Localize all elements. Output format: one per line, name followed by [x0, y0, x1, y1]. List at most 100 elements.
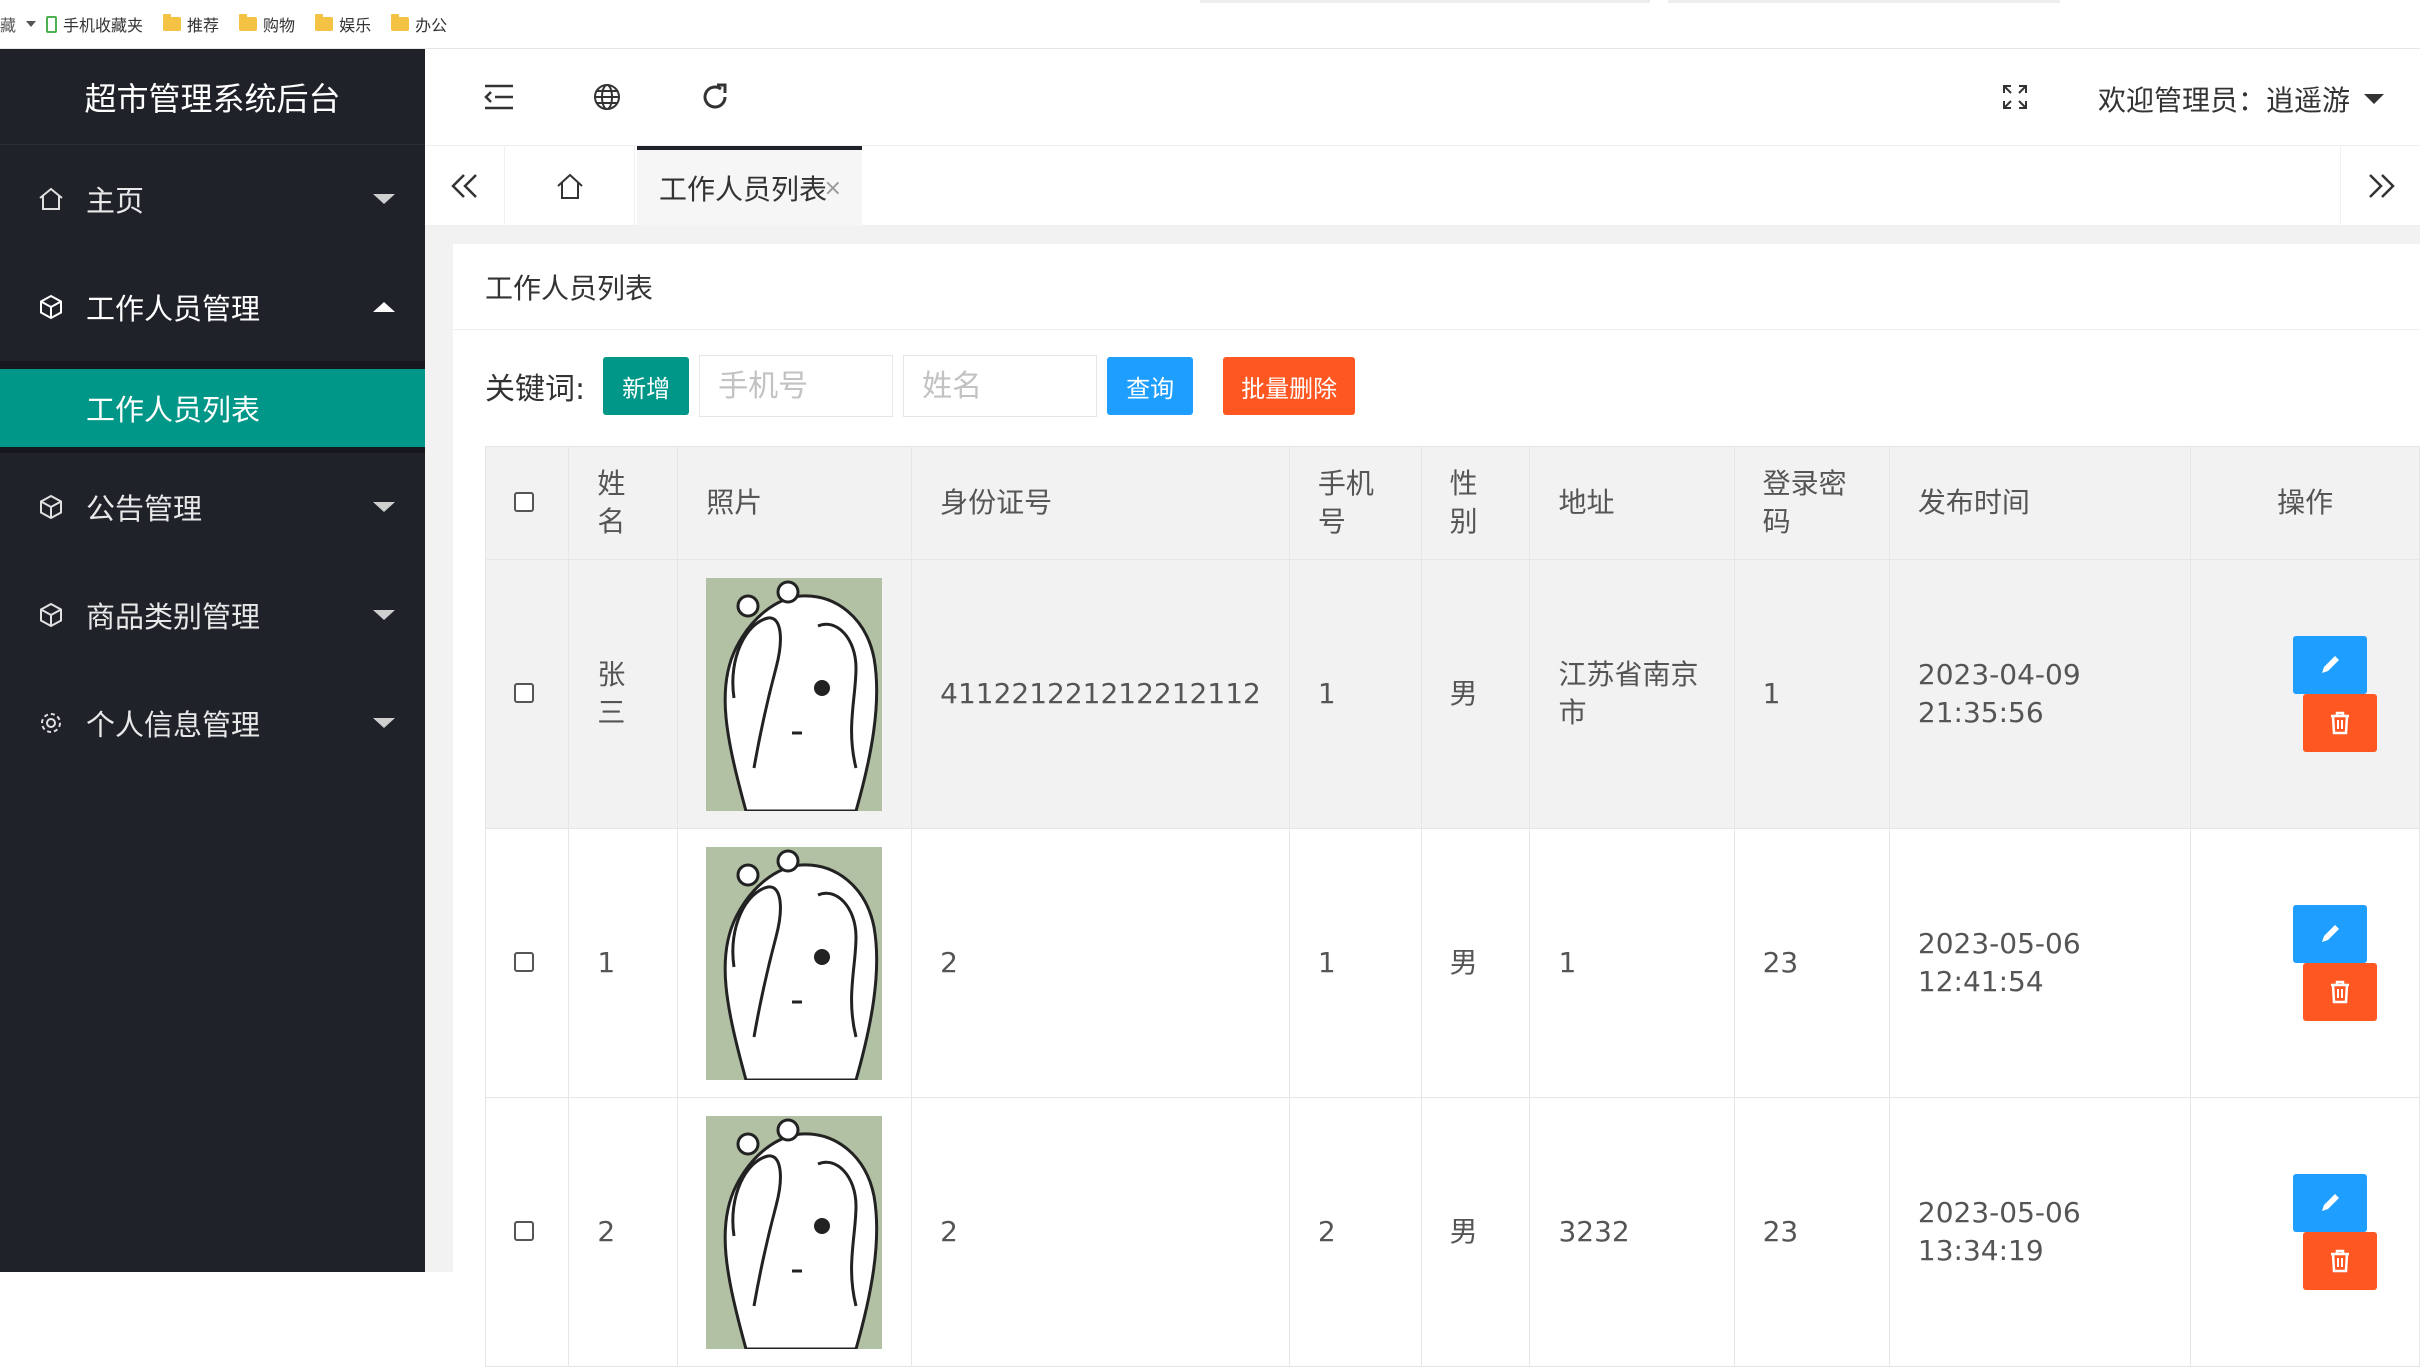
sidebar-item-label: 商品类别管理 [86, 600, 261, 634]
globe-icon[interactable] [589, 79, 625, 115]
bookmarks-bar: 藏 手机收藏夹 推荐 购物 娱乐 办公 [0, 0, 2420, 49]
tab-home-icon[interactable] [505, 146, 635, 226]
phone-cell: 1 [1288, 559, 1422, 829]
row-checkbox[interactable] [514, 683, 534, 703]
bookmark-fragment: 藏 [0, 16, 17, 35]
edit-button[interactable] [2293, 1174, 2368, 1232]
tab-staff-list[interactable]: 工作人员列表 × [637, 146, 862, 226]
phone-search-input[interactable] [699, 355, 894, 417]
tab-label: 工作人员列表 [659, 173, 828, 206]
table-row: 2 2 2 男 3232 23 2023-05-06 13:34:19 [484, 1097, 2420, 1367]
browser-strip [1668, 0, 2060, 3]
pencil-icon [2322, 925, 2340, 942]
sidebar-item-profile[interactable]: 个人信息管理 [0, 669, 425, 777]
id-cell: 2 [911, 828, 1290, 1098]
trash-icon [2331, 980, 2350, 1004]
delete-button[interactable] [2303, 963, 2378, 1021]
batch-delete-button[interactable]: 批量删除 [1223, 357, 1356, 415]
add-button[interactable]: 新增 [603, 357, 690, 415]
select-cell [484, 559, 570, 829]
row-checkbox[interactable] [514, 952, 534, 972]
cube-icon [36, 292, 66, 322]
fullscreen-icon[interactable] [1997, 79, 2033, 115]
col-header-name: 姓名 [568, 446, 679, 560]
select-cell [484, 1097, 570, 1367]
top-header: 欢迎管理员：逍遥游 [425, 49, 2420, 146]
edit-button[interactable] [2293, 636, 2368, 694]
bookmark-item[interactable]: 办公 [391, 12, 447, 36]
address-cell: 江苏省南京市 [1529, 559, 1735, 829]
phone-cell: 2 [1288, 1097, 1422, 1367]
actions-cell [2190, 1097, 2420, 1367]
table-header-row: 姓名 照片 身份证号 手机号 性别 地址 登录密码 发布时间 操作 [484, 446, 2420, 560]
sidebar-item-notice[interactable]: 公告管理 [0, 453, 425, 561]
search-bar: 关键词: 新增 查询 批量删除 [485, 355, 1365, 417]
gender-cell: 男 [1420, 559, 1531, 829]
caret-down-icon [373, 194, 395, 204]
staff-panel: 工作人员列表 关键词: 新增 查询 批量删除 姓名 照片 身份证号 手机号 [453, 244, 2420, 1367]
col-header-photo: 照片 [677, 446, 913, 560]
sidebar-subitem-staff-list[interactable]: 工作人员列表 [0, 369, 425, 447]
delete-button[interactable] [2303, 694, 2378, 752]
tabs-next-icon[interactable] [2340, 146, 2420, 226]
bookmark-item[interactable]: 娱乐 [315, 12, 371, 36]
staff-submenu: 工作人员列表 [0, 361, 425, 453]
staff-photo[interactable] [706, 577, 883, 811]
refresh-icon[interactable] [697, 79, 733, 115]
gender-cell: 男 [1420, 828, 1531, 1098]
name-cell: 2 [568, 1097, 679, 1367]
sidebar: 超市管理系统后台 主页 工作人员管理 工作人员列表 公告管理 商品类别管理 个人… [0, 49, 425, 1272]
trash-icon [2331, 711, 2350, 735]
col-header-address: 地址 [1529, 446, 1735, 560]
browser-strip [1200, 0, 1650, 3]
time-cell: 2023-05-06 13:34:19 [1888, 1097, 2192, 1367]
actions-cell [2190, 828, 2420, 1098]
caret-down-icon [373, 718, 395, 728]
query-button[interactable]: 查询 [1107, 357, 1194, 415]
folder-icon [163, 14, 182, 31]
gear-icon [36, 708, 66, 738]
col-header-id: 身份证号 [911, 446, 1290, 560]
sidebar-item-category[interactable]: 商品类别管理 [0, 561, 425, 669]
app-title: 超市管理系统后台 [0, 49, 425, 145]
photo-cell [677, 828, 913, 1098]
bookmark-item[interactable]: 购物 [239, 12, 295, 36]
sidebar-item-label: 公告管理 [86, 492, 203, 526]
chevron-down-icon[interactable] [26, 21, 37, 27]
photo-cell [677, 1097, 913, 1367]
menu-fold-icon[interactable] [481, 79, 517, 115]
pencil-icon [2322, 1194, 2340, 1211]
trash-icon [2331, 1249, 2350, 1273]
staff-photo[interactable] [706, 1115, 883, 1349]
bookmark-item[interactable]: 手机收藏夹 [46, 12, 143, 36]
phone-cell: 1 [1288, 828, 1422, 1098]
caret-down-icon [2364, 94, 2384, 104]
tabs-prev-icon[interactable] [425, 146, 505, 226]
caret-down-icon [373, 502, 395, 512]
delete-button[interactable] [2303, 1232, 2378, 1290]
phone-icon [46, 15, 58, 33]
sidebar-item-label: 个人信息管理 [86, 708, 261, 742]
caret-down-icon [373, 610, 395, 620]
name-search-input[interactable] [903, 355, 1098, 417]
content-area: 工作人员列表 关键词: 新增 查询 批量删除 姓名 照片 身份证号 手机号 [425, 226, 2420, 1367]
sidebar-item-staff[interactable]: 工作人员管理 [0, 253, 425, 361]
user-menu[interactable]: 欢迎管理员：逍遥游 [2098, 79, 2384, 119]
row-checkbox[interactable] [514, 1221, 534, 1241]
staff-photo[interactable] [706, 846, 883, 1080]
col-header-phone: 手机号 [1288, 446, 1422, 560]
name-cell: 张三 [568, 559, 679, 829]
edit-button[interactable] [2293, 905, 2368, 963]
panel-title: 工作人员列表 [453, 244, 2420, 330]
home-icon [36, 184, 66, 214]
pencil-icon [2322, 656, 2340, 673]
name-cell: 1 [568, 828, 679, 1098]
folder-icon [239, 14, 258, 31]
gender-cell: 男 [1420, 1097, 1531, 1367]
bookmark-item[interactable]: 推荐 [163, 12, 219, 36]
time-cell: 2023-05-06 12:41:54 [1888, 828, 2192, 1098]
select-all-checkbox[interactable] [514, 492, 534, 512]
sidebar-item-home[interactable]: 主页 [0, 145, 425, 253]
close-icon[interactable]: × [824, 176, 842, 201]
time-cell: 2023-04-09 21:35:56 [1888, 559, 2192, 829]
